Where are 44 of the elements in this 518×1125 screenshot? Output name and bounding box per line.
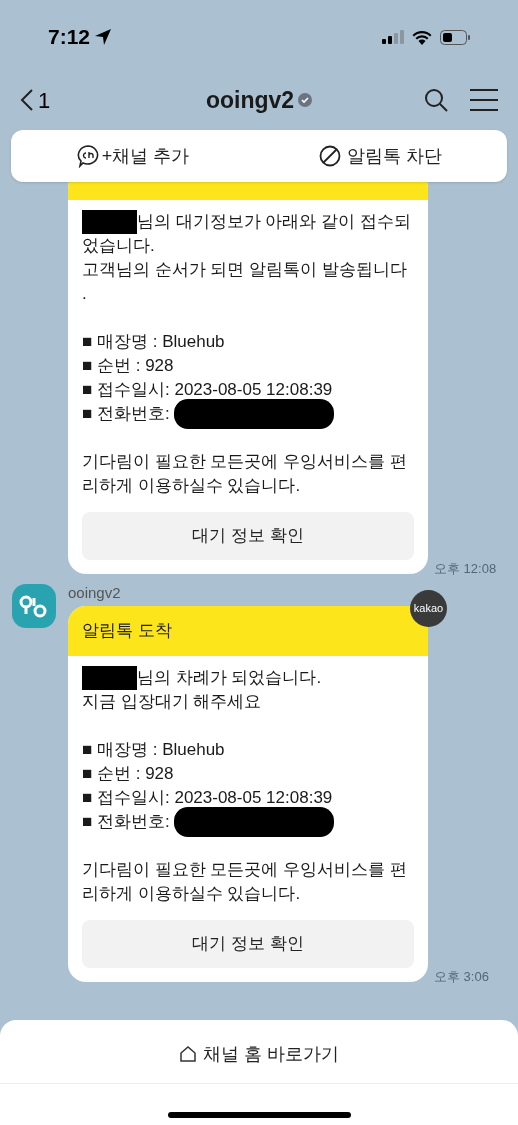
kakao-badge: kakao: [410, 590, 447, 627]
block-button[interactable]: 알림톡 차단: [319, 142, 443, 170]
message-text: 기다림이 필요한 모든곳에 우잉서비스를 편: [82, 451, 407, 474]
wifi-icon: [412, 29, 432, 45]
message-text: .: [82, 283, 87, 306]
search-button[interactable]: [424, 88, 448, 112]
channel-home-button[interactable]: 채널 홈 바로가기: [179, 1036, 339, 1072]
check-info-button[interactable]: 대기 정보 확인: [82, 920, 414, 968]
message-text: 님의 차례가 되었습니다.: [137, 667, 322, 690]
message-time: 오후 3:06: [434, 967, 489, 986]
prohibited-icon: [319, 145, 342, 167]
message-text: 지금 입장대기 해주세요: [82, 691, 262, 714]
sender-name: ooingv2: [68, 584, 122, 603]
message-text: ■ 접수일시: 2023-08-05 12:08:39: [82, 379, 333, 402]
channel-avatar-icon[interactable]: [12, 584, 56, 628]
check-info-button[interactable]: 대기 정보 확인: [82, 512, 414, 560]
location-arrow-icon: [94, 28, 113, 46]
message-text: 고객님의 순서가 되면 알림톡이 발송됩니다: [82, 259, 407, 282]
menu-icon: [470, 89, 498, 111]
message-text: ■ 매장명 : Bluehub: [82, 331, 225, 354]
message-time: 오후 12:08: [434, 559, 497, 578]
message-text: 님의 대기정보가 아래와 같이 접수되: [137, 211, 411, 234]
back-button[interactable]: 1: [20, 83, 51, 117]
home-icon: [179, 1045, 197, 1063]
back-chevron-icon: [20, 88, 34, 112]
message-text: 었습니다.: [82, 235, 155, 258]
message-text: ■ 매장명 : Bluehub: [82, 739, 225, 762]
menu-button[interactable]: [470, 89, 498, 111]
card-title: 알림톡 도착: [82, 620, 172, 643]
message-text: ■ 순번 : 928: [82, 763, 174, 786]
signal-icon: [382, 30, 404, 44]
message-text: 기다림이 필요한 모든곳에 우잉서비스를 편: [82, 859, 407, 882]
message-text: ■ 전화번호:: [82, 403, 170, 426]
message-text: 리하게 이용하실수 있습니다.: [82, 883, 301, 906]
message-text: ■ 접수일시: 2023-08-05 12:08:39: [82, 787, 333, 810]
message-text: ■ 순번 : 928: [82, 355, 174, 378]
channel-title: ooingv2: [205, 85, 295, 115]
chat-bubble-icon: [75, 144, 100, 168]
message-text: 리하게 이용하실수 있습니다.: [82, 475, 301, 498]
search-icon: [424, 88, 448, 112]
status-time: 7:12: [48, 24, 91, 51]
add-channel-button[interactable]: +채널 추가: [75, 142, 190, 170]
battery-icon: [440, 29, 470, 45]
message-text: ■ 전화번호:: [82, 811, 170, 834]
